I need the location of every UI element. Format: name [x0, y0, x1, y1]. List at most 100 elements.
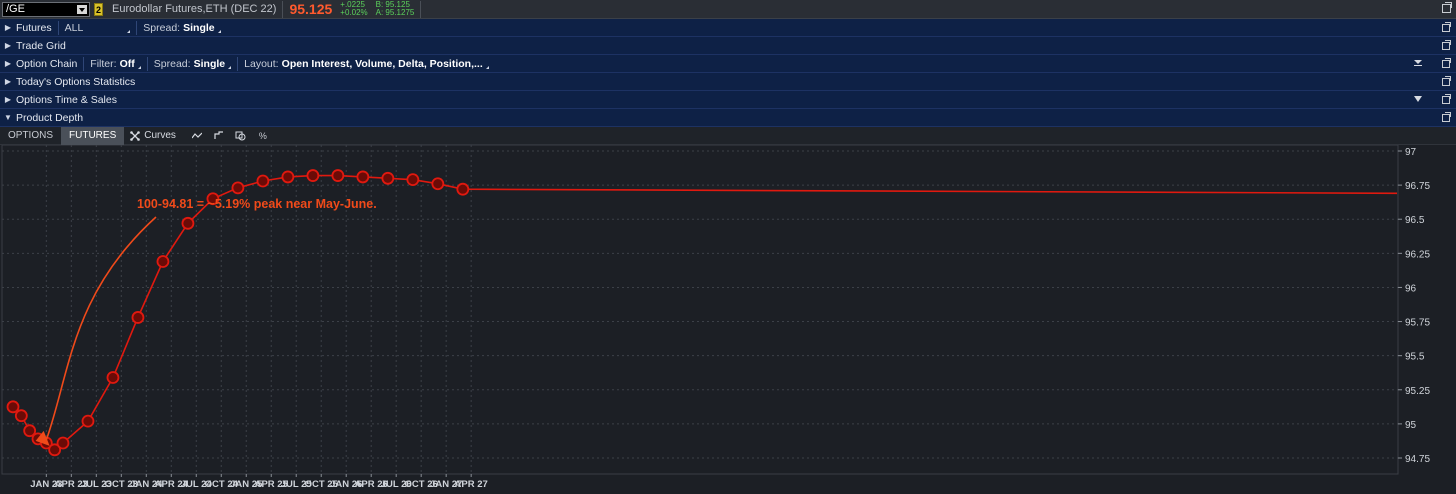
- x-axis: JAN 23APR 23JUL 23OCT 23JAN 24APR 24JUL …: [30, 474, 488, 490]
- popout-icon[interactable]: [1442, 40, 1451, 50]
- data-point: [406, 173, 420, 187]
- annotation-arrow: [44, 216, 157, 443]
- data-point: [381, 171, 395, 185]
- divider: [282, 0, 284, 18]
- chevron-right-icon[interactable]: ▶: [0, 95, 16, 104]
- data-point: [281, 170, 295, 184]
- curves-icon: [130, 130, 141, 141]
- dropdown-corner-icon[interactable]: [217, 30, 221, 33]
- y-tick-label: 96.75: [1405, 181, 1430, 192]
- filter-icon[interactable]: [1414, 96, 1422, 102]
- y-tick-label: 94.75: [1405, 454, 1430, 465]
- chevron-right-icon[interactable]: ▶: [0, 23, 16, 32]
- data-point: [6, 400, 20, 414]
- section-options-statistics[interactable]: ▶ Today's Options Statistics: [0, 73, 1456, 91]
- data-point: [56, 436, 70, 450]
- chevron-right-icon[interactable]: ▶: [0, 59, 16, 68]
- y-tick-label: 96: [1405, 283, 1417, 294]
- futures-filter-value[interactable]: ALL: [65, 22, 84, 34]
- spread-value[interactable]: Single: [183, 22, 215, 34]
- layout-value[interactable]: Open Interest, Volume, Delta, Position,.…: [282, 58, 483, 70]
- dropdown-corner-icon[interactable]: [127, 30, 131, 33]
- popout-icon[interactable]: [1442, 76, 1451, 86]
- link-group-badge[interactable]: 2: [94, 2, 103, 16]
- section-futures[interactable]: ▶ Futures ALL Spread: Single: [0, 19, 1456, 37]
- y-tick-label: 97: [1405, 147, 1417, 158]
- chevron-right-icon[interactable]: ▶: [0, 41, 16, 50]
- chevron-right-icon[interactable]: ▶: [0, 77, 16, 86]
- section-label: Futures: [16, 21, 52, 34]
- symbol-dropdown-icon[interactable]: [77, 4, 87, 14]
- chart-canvas: 94.759595.2595.595.759696.2596.596.7597 …: [1, 144, 1430, 490]
- percent-change: +0.02%: [340, 8, 368, 17]
- section-label: Product Depth: [16, 111, 84, 124]
- y-tick-label: 95: [1405, 420, 1417, 431]
- curves-button[interactable]: Curves: [124, 130, 182, 141]
- spread-label: Spread:: [143, 21, 181, 34]
- data-point: [331, 169, 345, 182]
- divider: [237, 56, 239, 71]
- compare-icon[interactable]: [230, 127, 252, 145]
- data-point: [306, 169, 320, 182]
- section-label: Trade Grid: [16, 39, 66, 52]
- data-point: [81, 414, 95, 428]
- percent-toggle[interactable]: %: [252, 127, 274, 145]
- chart-annotation-group: 100-94.81 = ~5.19% peak near May-June.: [35, 197, 377, 446]
- data-point: [231, 181, 245, 195]
- popout-icon[interactable]: [1442, 2, 1452, 13]
- series-line: [12, 174, 1398, 451]
- spread-value[interactable]: Single: [194, 58, 226, 70]
- chart-series: [12, 174, 1398, 451]
- divider: [136, 20, 138, 35]
- tab-options[interactable]: OPTIONS: [0, 127, 61, 145]
- price-change: +.0225 +0.02%: [340, 1, 367, 17]
- popout-icon[interactable]: [1442, 112, 1451, 122]
- drawing-tool-icon[interactable]: [208, 127, 230, 145]
- collapse-down-icon[interactable]: [1414, 60, 1422, 67]
- y-tick-label: 96.5: [1405, 215, 1425, 226]
- dropdown-corner-icon[interactable]: [228, 66, 232, 69]
- x-tick-label: APR 27: [455, 479, 488, 490]
- section-options-time-sales[interactable]: ▶ Options Time & Sales: [0, 91, 1456, 109]
- divider: [146, 56, 148, 71]
- data-point: [456, 182, 470, 196]
- dropdown-corner-icon[interactable]: [137, 66, 141, 69]
- symbol-value: /GE: [6, 3, 25, 15]
- chart-points: [6, 169, 470, 457]
- layout-label: Layout:: [244, 57, 279, 70]
- popout-icon[interactable]: [1442, 58, 1451, 68]
- instrument-description: Eurodollar Futures,ETH (DEC 22): [112, 3, 277, 15]
- spread-label: Spread:: [153, 57, 191, 70]
- data-point: [156, 255, 170, 268]
- chevron-down-icon[interactable]: ▼: [0, 113, 16, 122]
- data-point: [131, 311, 145, 324]
- filter-value[interactable]: Off: [120, 58, 135, 70]
- depth-tab-strip: OPTIONS FUTURES Curves %: [0, 126, 1456, 145]
- section-product-depth[interactable]: ▼ Product Depth: [0, 109, 1456, 127]
- data-point: [14, 409, 28, 423]
- symbol-input[interactable]: /GE: [2, 1, 90, 17]
- y-tick-label: 96.25: [1405, 249, 1430, 260]
- section-label: Options Time & Sales: [16, 93, 117, 106]
- section-option-chain[interactable]: ▶ Option Chain Filter: Off Spread: Singl…: [0, 55, 1456, 73]
- popout-icon[interactable]: [1442, 22, 1451, 32]
- popout-icon[interactable]: [1442, 94, 1451, 104]
- last-price: 95.125: [289, 1, 333, 17]
- section-label: Today's Options Statistics: [16, 75, 136, 88]
- data-point: [431, 177, 445, 191]
- ask-price: A: 95.1275: [375, 8, 415, 17]
- section-label: Option Chain: [16, 57, 78, 70]
- data-point: [181, 216, 195, 230]
- line-style-icon[interactable]: [186, 127, 208, 145]
- divider: [83, 56, 85, 71]
- chart-annotation: 100-94.81 = ~5.19% peak near May-June.: [137, 197, 377, 211]
- dropdown-corner-icon[interactable]: [485, 66, 489, 69]
- data-point: [106, 371, 120, 384]
- bid-ask: B: 95.125 A: 95.1275: [376, 1, 415, 17]
- tab-futures[interactable]: FUTURES: [61, 126, 125, 145]
- y-axis: 94.75 95 95.25 95.5 95.75 96 96.25 96.5 96.75 97: [1398, 147, 1430, 465]
- filter-label: Filter:: [90, 57, 117, 70]
- y-tick-label: 95.25: [1405, 386, 1430, 397]
- section-trade-grid[interactable]: ▶ Trade Grid: [0, 37, 1456, 55]
- y-tick-label: 95.5: [1405, 352, 1425, 363]
